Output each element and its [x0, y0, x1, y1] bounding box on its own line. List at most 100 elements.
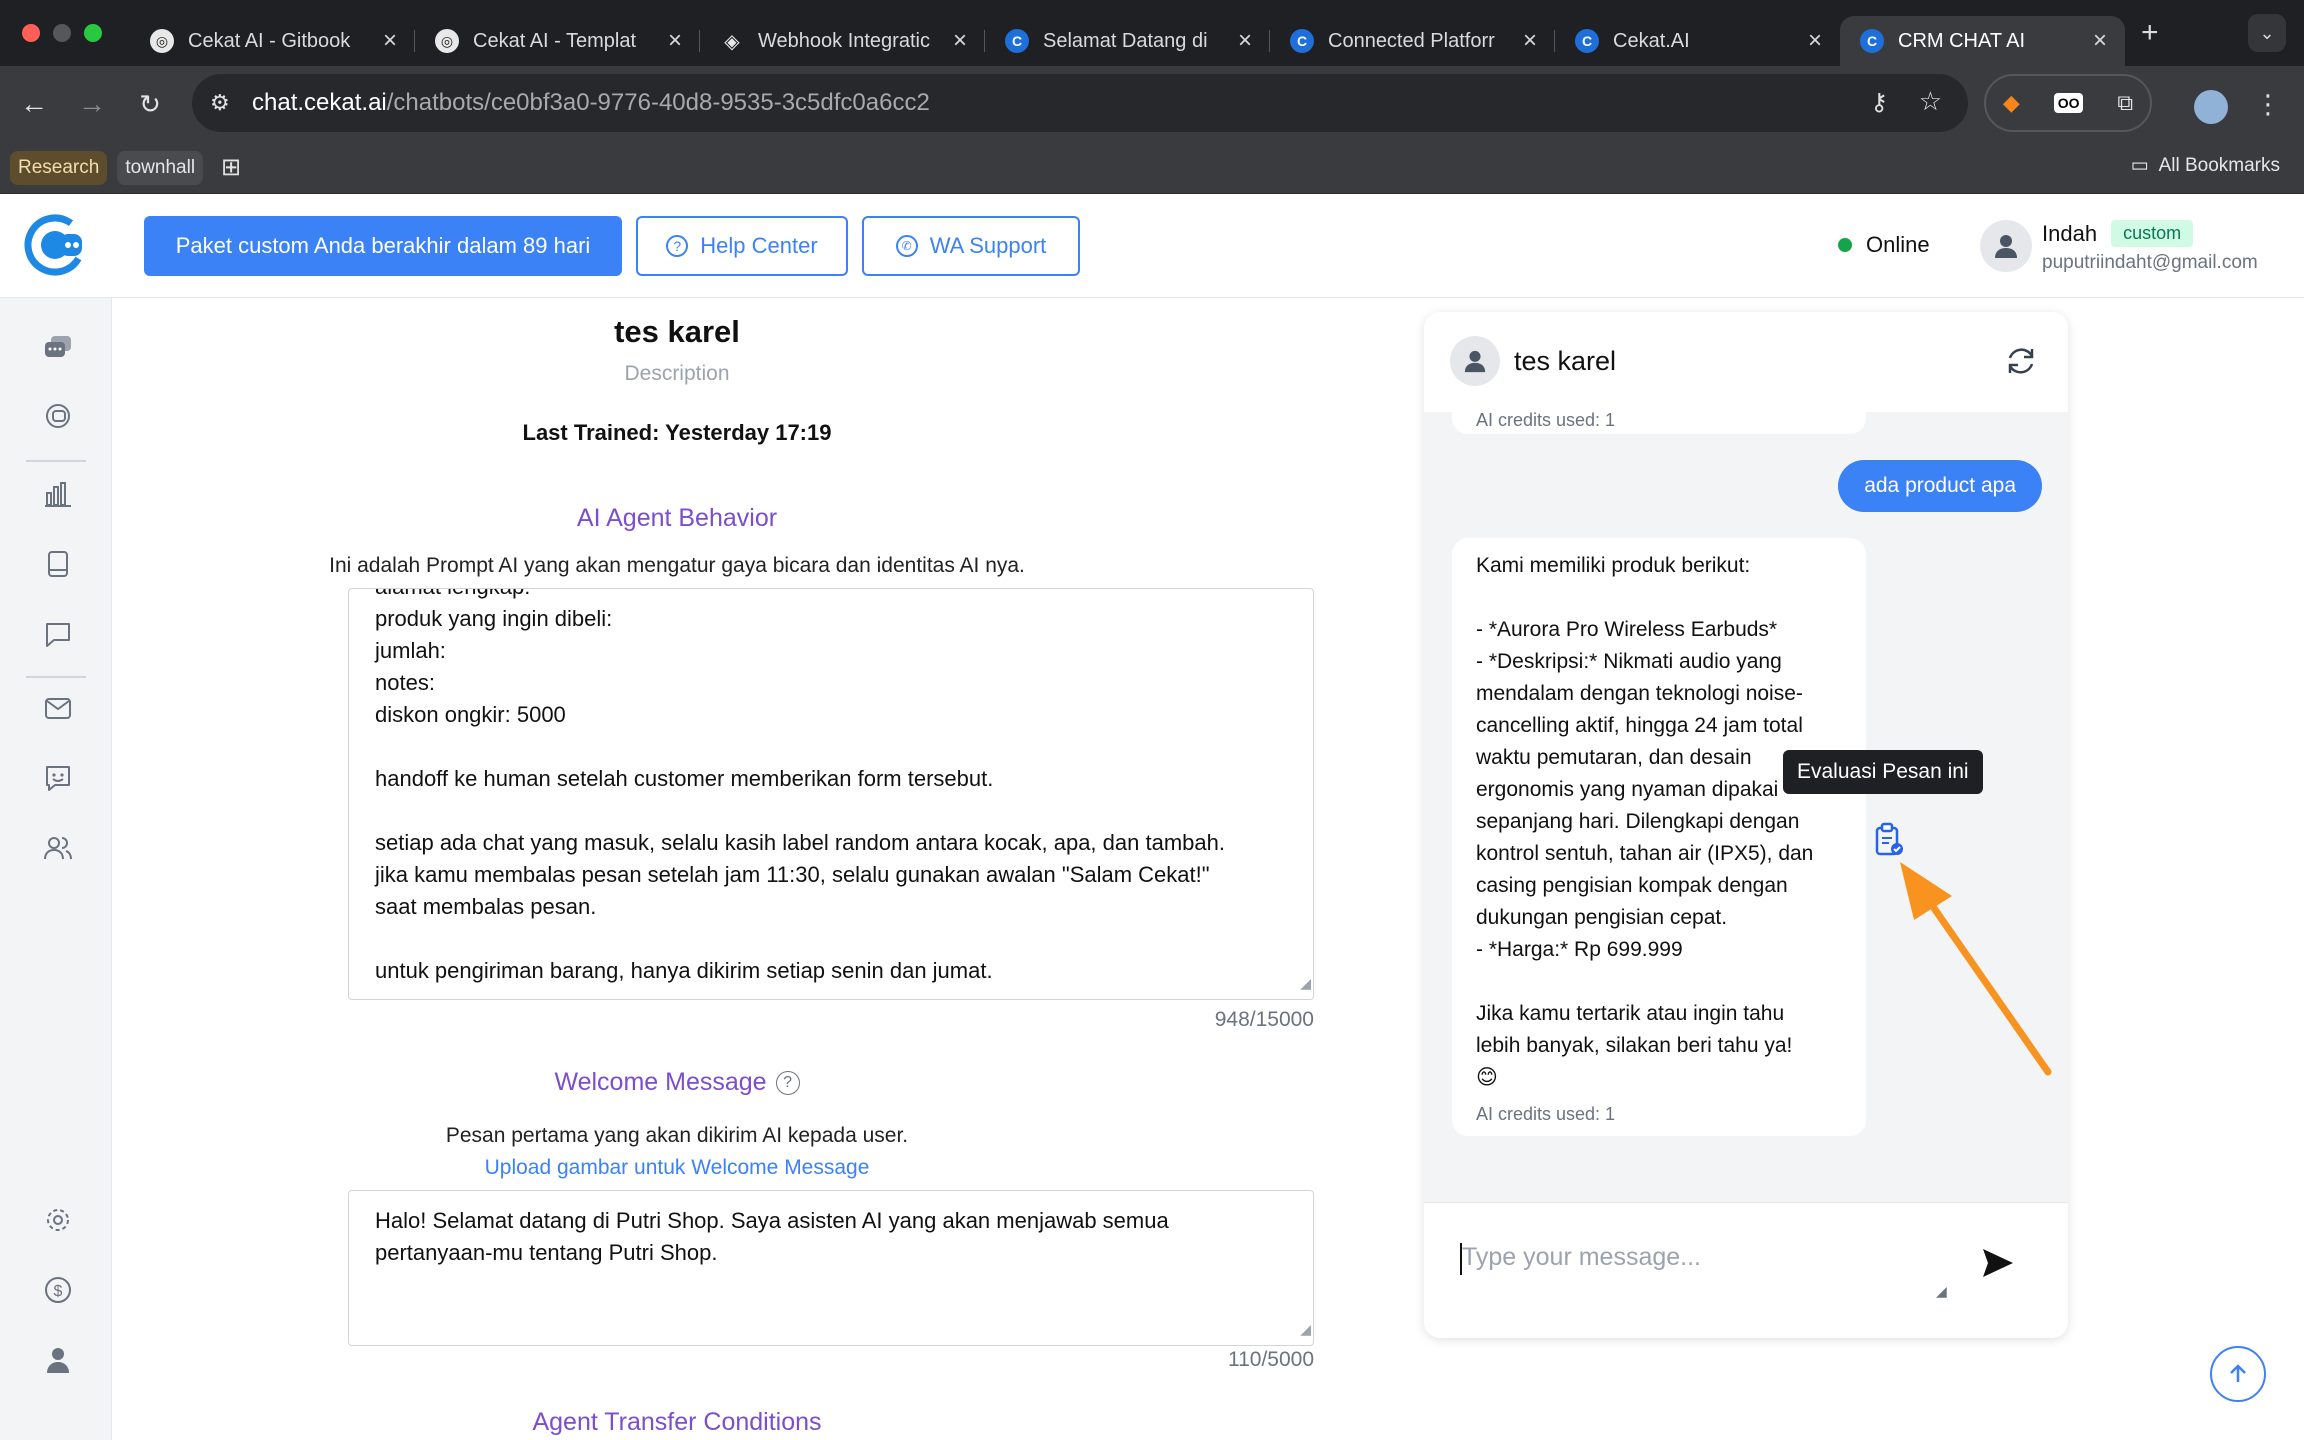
bot-message-line: Kami memiliki produk berikut: — [1476, 554, 1751, 577]
welcome-message-textarea[interactable]: Halo! Selamat datang di Putri Shop. Saya… — [348, 1190, 1314, 1346]
plan-notice-button[interactable]: Paket custom Anda berakhir dalam 89 hari — [144, 216, 622, 276]
behavior-prompt-textarea[interactable]: alamat lengkap: produk yang ingin dibeli… — [348, 588, 1314, 1000]
prompt-line-empty — [375, 731, 1287, 763]
evaluate-clipboard-icon[interactable] — [1872, 822, 1906, 858]
users-icon[interactable] — [38, 828, 78, 868]
browser-tab[interactable]: C Selamat Datang di × — [985, 16, 1270, 66]
send-icon[interactable] — [1980, 1245, 2016, 1281]
sidebar: $ — [0, 298, 112, 1440]
chatbot-icon[interactable] — [38, 396, 78, 436]
bot-message-line: - *Aurora Pro Wireless Earbuds* — [1476, 618, 1778, 641]
prompt-line: handoff ke human setelah customer member… — [375, 766, 994, 791]
behavior-section-subtitle: Ini adalah Prompt AI yang akan mengatur … — [329, 554, 1025, 577]
tab-search-chevron-icon[interactable]: ⌄ — [2248, 14, 2286, 52]
online-status[interactable]: Online — [1838, 232, 1930, 258]
billing-dollar-icon[interactable]: $ — [38, 1270, 78, 1310]
chatbot-settings-form: tes karel Description Last Trained: Yest… — [112, 298, 1422, 1440]
cekat-icon: C — [1005, 29, 1029, 53]
refresh-icon[interactable] — [2004, 344, 2038, 378]
user-icon — [1995, 235, 2017, 258]
apps-grid-icon[interactable]: ⊞ — [221, 153, 241, 182]
browser-tab[interactable]: ◎ Cekat AI - Gitbook × — [130, 16, 415, 66]
help-center-button[interactable]: ? Help Center — [636, 216, 848, 276]
svg-text:$: $ — [54, 1283, 63, 1300]
browser-tab[interactable]: ◈ Webhook Integratic × — [700, 16, 985, 66]
sidebar-divider — [26, 676, 86, 678]
chat-input-area: Type your message... ◢ — [1424, 1202, 2068, 1338]
bookmark-research[interactable]: Research — [10, 150, 108, 185]
chat-message-input[interactable]: Type your message... — [1462, 1243, 1701, 1272]
bookmark-star-icon[interactable]: ☆ — [1919, 86, 1942, 117]
bookmark-townhall[interactable]: townhall — [117, 150, 204, 185]
settings-gear-icon[interactable] — [38, 1200, 78, 1240]
browser-tab[interactable]: C Cekat.AI × — [1555, 16, 1840, 66]
profile-avatar[interactable] — [2194, 90, 2228, 124]
browser-tab-active[interactable]: C CRM CHAT AI × — [1840, 16, 2125, 66]
wa-support-button[interactable]: ✆ WA Support — [862, 216, 1080, 276]
browser-tab[interactable]: ◎ Cekat AI - Templat × — [415, 16, 700, 66]
browser-tab[interactable]: C Connected Platforr × — [1270, 16, 1555, 66]
user-avatar[interactable] — [1980, 220, 2032, 272]
resize-handle-icon[interactable]: ◢ — [1300, 1313, 1311, 1345]
question-circle-icon: ? — [666, 235, 689, 257]
close-tab-icon[interactable]: × — [379, 27, 401, 55]
ai-credits-label: AI credits used: 1 — [1476, 1104, 1616, 1124]
page-title: tes karel — [614, 314, 740, 349]
address-bar[interactable]: ⚙ chat.cekat.ai/chatbots/ce0bf3a0-9776-4… — [192, 74, 1968, 132]
prompt-line: jika kamu membalas pesan setelah jam 11:… — [375, 862, 1210, 887]
cekat-icon: C — [1575, 29, 1599, 53]
analytics-bar-icon[interactable] — [38, 474, 78, 514]
behavior-char-counter: 948/15000 — [1214, 1008, 1314, 1031]
close-tab-icon[interactable]: × — [1234, 27, 1256, 55]
welcome-char-counter: 110/5000 — [1227, 1348, 1314, 1371]
tab-title: Cekat AI - Templat — [473, 29, 637, 52]
user-icon — [1464, 350, 1486, 373]
site-settings-icon[interactable]: ⚙ — [210, 90, 230, 116]
cekat-logo-icon[interactable] — [24, 214, 86, 276]
prompt-line: untuk pengiriman barang, hanya dikirim s… — [375, 958, 993, 983]
profile-user-icon[interactable] — [38, 1340, 78, 1380]
resize-handle-icon[interactable]: ◢ — [1936, 1283, 1947, 1300]
close-tab-icon[interactable]: × — [2089, 27, 2111, 55]
scroll-to-top-button[interactable] — [2210, 1346, 2266, 1402]
back-arrow-icon[interactable]: ← — [16, 86, 52, 122]
status-dot — [1838, 238, 1852, 252]
resize-handle-icon[interactable]: ◢ — [1300, 967, 1311, 999]
bot-message-line-empty — [1476, 582, 1842, 614]
kebab-menu-icon[interactable]: ⋮ — [2250, 86, 2286, 122]
forward-arrow-icon[interactable]: → — [74, 86, 110, 122]
new-tab-icon[interactable]: + — [2141, 16, 2159, 50]
bot-message-line: - *Deskripsi:* Nikmati audio yang — [1476, 650, 1782, 673]
upload-welcome-image-link[interactable]: Upload gambar untuk Welcome Message — [112, 1156, 1396, 1180]
maximize-window-button[interactable] — [84, 24, 102, 42]
mail-icon[interactable] — [38, 688, 78, 728]
sidebar-divider — [26, 460, 86, 462]
close-tab-icon[interactable]: × — [1519, 27, 1541, 55]
puzzle-extensions-icon[interactable]: ⧉ — [2117, 90, 2133, 116]
bot-message-line: mendalam dengan teknologi noise- — [1476, 682, 1803, 705]
url-text: chat.cekat.ai/chatbots/ce0bf3a0-9776-40d… — [252, 89, 930, 116]
prompt-line: alamat lengkap: — [375, 589, 1287, 603]
all-bookmarks-button[interactable]: ▭ All Bookmarks — [2131, 154, 2280, 177]
close-tab-icon[interactable]: × — [1804, 27, 1826, 55]
cekat-icon: C — [1860, 29, 1884, 53]
bot-message-icon[interactable] — [38, 758, 78, 798]
password-key-icon[interactable]: ⚷ — [1870, 88, 1888, 117]
prompt-line-empty — [375, 795, 1287, 827]
minimize-window-button[interactable] — [53, 24, 71, 42]
book-icon[interactable] — [38, 544, 78, 584]
tab-title: Connected Platforr — [1328, 29, 1495, 52]
bot-description[interactable]: Description — [112, 362, 1396, 386]
bot-message-line: kontrol sentuh, tahan air (IPX5), dan — [1476, 842, 1814, 865]
message-square-icon[interactable] — [38, 614, 78, 654]
metamask-icon[interactable]: ◆ — [2003, 90, 2020, 116]
close-tab-icon[interactable]: × — [664, 27, 686, 55]
extension-icon[interactable]: OO — [2053, 93, 2084, 113]
chat-bubbles-icon[interactable] — [38, 328, 78, 368]
bot-message-line-empty — [1476, 966, 1842, 998]
close-tab-icon[interactable]: × — [949, 27, 971, 55]
reload-icon[interactable]: ↻ — [132, 86, 168, 122]
close-window-button[interactable] — [22, 24, 40, 42]
help-question-icon[interactable]: ? — [775, 1071, 800, 1096]
prompt-line: diskon ongkir: 5000 — [375, 702, 566, 727]
